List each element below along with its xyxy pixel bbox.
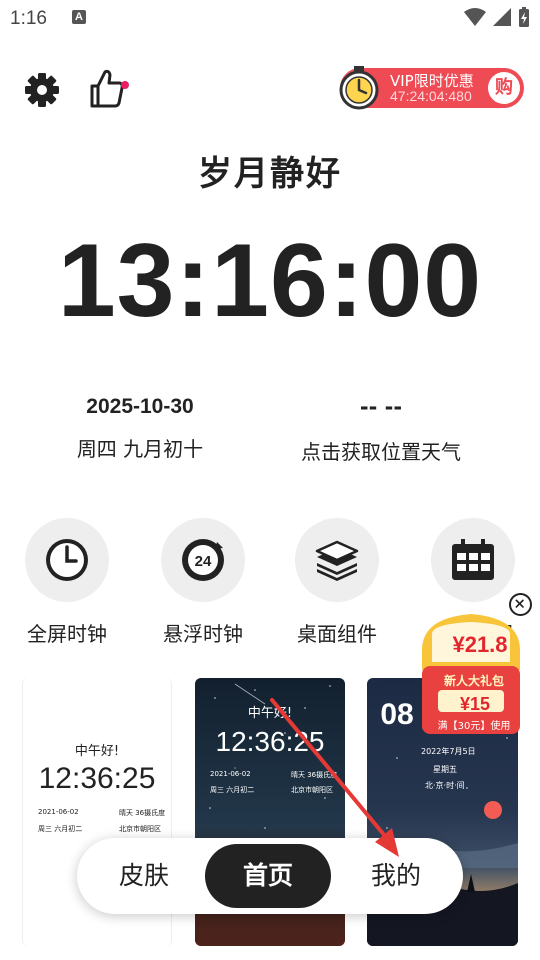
promo-amount: ¥21.8 (452, 632, 508, 657)
status-icons (464, 6, 530, 28)
card-lunar: 周三 六月初二 (210, 786, 255, 794)
card-time: 12:36:25 (38, 762, 156, 795)
feature-icon-circle (431, 518, 515, 602)
close-icon[interactable] (509, 593, 532, 616)
bottom-nav: 皮肤 首页 我的 (77, 838, 463, 914)
gear-icon[interactable] (22, 70, 62, 110)
desktop-widget-button[interactable]: 桌面组件 (277, 518, 397, 647)
status-bar: 1:16 A (0, 0, 540, 38)
card-date: 2021-06-02 (38, 808, 79, 816)
feature-icon-circle: 24 (161, 518, 245, 602)
status-time: 1:16 (10, 8, 47, 29)
feature-label: 全屏时钟 (27, 622, 107, 646)
main-clock[interactable]: 13:16:00 (0, 222, 540, 341)
thumbs-up-icon[interactable] (88, 68, 132, 110)
promo-coupon-value: ¥15 (459, 694, 491, 714)
vip-countdown: 47:24:04:480 (390, 88, 472, 104)
card-date: 2021-06-02 (210, 770, 251, 778)
card-weekday: 星期五 (433, 765, 457, 774)
stopwatch-icon (339, 66, 379, 110)
svg-text:24: 24 (195, 553, 212, 570)
clock-icon (46, 539, 88, 581)
card-place: 北·京·时·间 (425, 781, 465, 790)
card-greeting: 中午好! (247, 706, 293, 721)
lunar-date-text: 周四 九月初十 (76, 437, 204, 461)
card-weather: 晴天 36摄氏度 (291, 771, 338, 779)
feature-label: 悬浮时钟 (163, 622, 243, 646)
card-location: 北京市朝阳区 (291, 786, 333, 794)
date-text: 2025-10-30 (86, 395, 194, 418)
card-time: 12:36:25 (215, 726, 325, 757)
promo-gift-label: 新人大礼包 (443, 674, 504, 688)
calendar-icon (452, 539, 494, 580)
wifi-icon (464, 8, 486, 26)
temperature-text: -- -- (359, 395, 403, 419)
feature-icon-circle (295, 518, 379, 602)
signal-icon (493, 8, 511, 26)
nav-home-tab[interactable]: 首页 (205, 844, 331, 908)
layers-icon (315, 540, 359, 581)
buy-button[interactable]: 购 (488, 72, 520, 104)
nav-skin-tab[interactable]: 皮肤 (95, 838, 193, 914)
nav-mine-tab[interactable]: 我的 (343, 838, 449, 914)
weather-location-button[interactable]: 点击获取位置天气 (270, 436, 492, 465)
floating-clock-icon: 24 (182, 539, 224, 581)
card-date: 2022年7月5日 (421, 747, 476, 756)
card-lunar: 周三 六月初二 (38, 825, 83, 833)
card-weather: 晴天 36摄氏度 (119, 809, 166, 817)
notification-icon: A (72, 10, 86, 24)
motto-title: 岁月静好 (198, 154, 342, 194)
vip-offer-banner[interactable]: VIP限时优惠 47:24:04:480 购 (339, 66, 524, 110)
feature-label: 桌面组件 (297, 622, 377, 646)
card-greeting: 中午好! (74, 744, 120, 759)
feature-icon-circle (25, 518, 109, 602)
promo-condition: 满【30元】使用 (437, 721, 511, 732)
floating-clock-button[interactable]: 24 悬浮时钟 (143, 518, 263, 647)
battery-icon (519, 7, 529, 27)
card-location: 北京市朝阳区 (119, 825, 161, 833)
fullscreen-clock-button[interactable]: 全屏时钟 (7, 518, 127, 647)
